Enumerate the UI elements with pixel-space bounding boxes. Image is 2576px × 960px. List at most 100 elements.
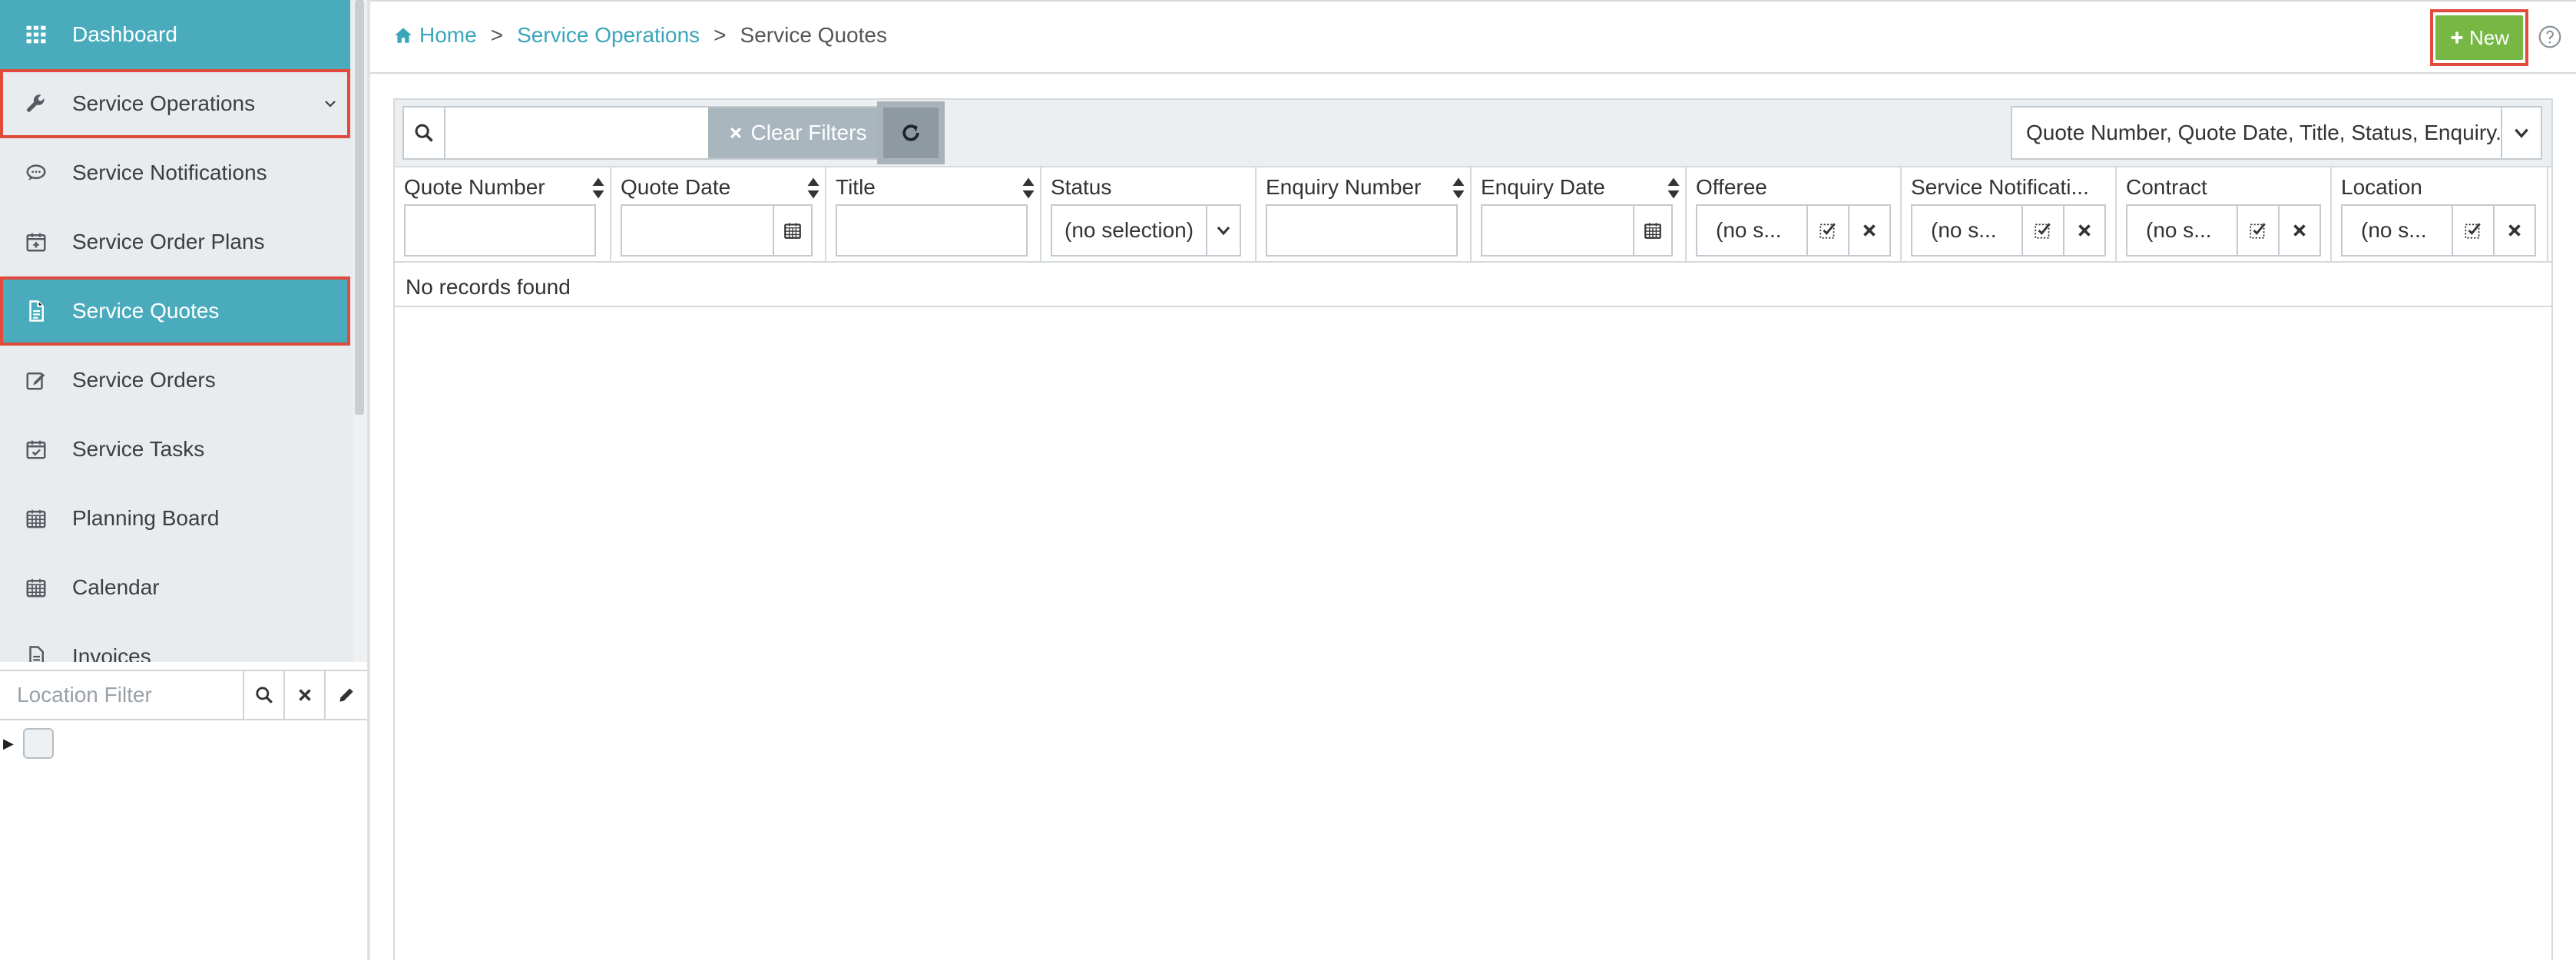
close-icon xyxy=(298,689,311,701)
breadcrumb-service-operations[interactable]: Service Operations xyxy=(517,23,700,48)
location-clear-button[interactable] xyxy=(285,671,326,719)
close-icon xyxy=(730,127,741,139)
breadcrumb-separator: > xyxy=(490,23,504,47)
column-header-label: Offeree xyxy=(1696,175,1767,199)
clear-filters-button[interactable]: Clear Filters xyxy=(708,108,886,158)
breadcrumb: Home > Service Operations > Service Quot… xyxy=(393,23,887,48)
select-items-icon[interactable] xyxy=(1806,206,1848,255)
sidebar: Dashboard Service Operations Service Not… xyxy=(0,0,370,960)
new-button-label: New xyxy=(2468,25,2509,49)
sidebar-item-service-orders[interactable]: Service Orders xyxy=(0,346,350,415)
location-filter xyxy=(0,670,367,720)
tree-checkbox[interactable] xyxy=(23,728,54,759)
column-service-notification: Service Notificati... (no s... xyxy=(1902,167,2117,261)
column-enquiry-number: Enquiry Number xyxy=(1257,167,1472,261)
sort-icon[interactable] xyxy=(1021,177,1035,200)
sidebar-item-service-notifications[interactable]: Service Notifications xyxy=(0,138,350,207)
column-header-label: Status xyxy=(1051,175,1112,199)
clear-filters-label: Clear Filters xyxy=(750,121,867,144)
sidebar-item-label: Invoices xyxy=(72,644,151,662)
select-items-icon[interactable] xyxy=(2237,206,2278,255)
home-icon[interactable] xyxy=(393,25,413,45)
sidebar-scrollbar[interactable] xyxy=(353,0,367,662)
sidebar-item-label: Service Order Plans xyxy=(72,230,265,253)
close-icon[interactable] xyxy=(2063,206,2104,255)
location-filter-column: (no s... xyxy=(2341,204,2536,257)
quote-number-filter[interactable] xyxy=(404,204,596,257)
quote-date-filter xyxy=(621,204,813,257)
location-edit-button[interactable] xyxy=(326,671,366,719)
column-header-label: Quote Date xyxy=(621,175,731,199)
grid-toolbar: Clear Filters Quote Number, Quote Date, … xyxy=(395,100,2551,167)
speech-bubble-icon xyxy=(0,161,72,184)
enquiry-number-filter[interactable] xyxy=(1266,204,1458,257)
column-header-label: Title xyxy=(836,175,876,199)
enquiry-date-filter xyxy=(1481,204,1673,257)
refresh-button[interactable] xyxy=(877,101,945,164)
offeree-filter: (no s... xyxy=(1696,204,1891,257)
close-icon[interactable] xyxy=(2278,206,2319,255)
help-icon[interactable] xyxy=(2538,25,2562,49)
close-icon[interactable] xyxy=(1848,206,1889,255)
sidebar-item-label: Service Orders xyxy=(72,368,216,392)
column-header-label: Contract xyxy=(2126,175,2207,199)
sort-icon[interactable] xyxy=(1667,177,1680,200)
quote-date-input[interactable] xyxy=(622,206,773,255)
sidebar-item-label: Service Quotes xyxy=(72,299,220,323)
column-header-label: Enquiry Number xyxy=(1266,175,1422,199)
new-button-highlight: New xyxy=(2430,9,2528,66)
sidebar-item-label: Planning Board xyxy=(72,506,220,530)
sidebar-item-planning-board[interactable]: Planning Board xyxy=(0,484,350,553)
calendar-icon[interactable] xyxy=(1633,206,1671,255)
calendar-icon[interactable] xyxy=(773,206,811,255)
status-filter[interactable]: (no selection) xyxy=(1051,204,1241,257)
column-title: Title xyxy=(826,167,1041,261)
close-icon[interactable] xyxy=(2493,206,2535,255)
status-filter-value: (no selection) xyxy=(1065,218,1194,242)
grid-search-input[interactable] xyxy=(445,108,708,158)
breadcrumb-home[interactable]: Home xyxy=(419,23,477,48)
service-notification-filter: (no s... xyxy=(1911,204,2106,257)
column-header-label: Quote Number xyxy=(404,175,545,199)
contract-filter-value[interactable]: (no s... xyxy=(2127,206,2237,255)
column-chooser[interactable]: Quote Number, Quote Date, Title, Status,… xyxy=(2011,106,2542,160)
sidebar-item-calendar[interactable]: Calendar xyxy=(0,553,350,622)
location-search-button[interactable] xyxy=(244,671,285,719)
sidebar-item-label: Calendar xyxy=(72,575,160,599)
sidebar-item-service-operations[interactable]: Service Operations xyxy=(0,69,350,138)
calendar-check-icon xyxy=(0,438,72,461)
chevron-down-icon[interactable] xyxy=(321,94,339,113)
sidebar-item-invoices[interactable]: Invoices xyxy=(0,622,350,662)
breadcrumb-current: Service Quotes xyxy=(740,23,887,47)
select-items-icon[interactable] xyxy=(2452,206,2493,255)
expand-triangle-icon[interactable]: ▶ xyxy=(0,736,18,752)
service-notification-filter-value[interactable]: (no s... xyxy=(1912,206,2021,255)
quotes-grid: Clear Filters Quote Number, Quote Date, … xyxy=(393,98,2553,960)
title-filter[interactable] xyxy=(836,204,1028,257)
location-filter-input[interactable] xyxy=(0,671,244,719)
sort-icon[interactable] xyxy=(806,177,820,200)
column-header-label: Enquiry Date xyxy=(1481,175,1605,199)
enquiry-date-input[interactable] xyxy=(1482,206,1633,255)
sidebar-item-label: Service Tasks xyxy=(72,437,205,461)
plus-icon xyxy=(2451,31,2463,44)
column-quote-date: Quote Date xyxy=(611,167,826,261)
breadcrumb-separator: > xyxy=(714,23,727,47)
sidebar-item-dashboard[interactable]: Dashboard xyxy=(0,0,350,69)
location-filter-value[interactable]: (no s... xyxy=(2343,206,2452,255)
sidebar-item-service-order-plans[interactable]: Service Order Plans xyxy=(0,207,350,276)
grid-header-row: Quote Number Quote Date Title Status (no… xyxy=(395,167,2551,263)
new-button[interactable]: New xyxy=(2435,15,2523,60)
column-status: Status (no selection) xyxy=(1041,167,1257,261)
sidebar-item-service-tasks[interactable]: Service Tasks xyxy=(0,415,350,484)
empty-message: No records found xyxy=(406,275,571,299)
sidebar-item-service-quotes[interactable]: Service Quotes xyxy=(0,276,350,346)
scrollbar-thumb[interactable] xyxy=(355,0,364,415)
document-icon xyxy=(0,300,72,323)
sidebar-item-label: Dashboard xyxy=(72,22,177,46)
sort-icon[interactable] xyxy=(1452,177,1465,200)
sidebar-item-label: Service Notifications xyxy=(72,161,267,184)
select-items-icon[interactable] xyxy=(2021,206,2063,255)
sort-icon[interactable] xyxy=(591,177,605,200)
offeree-filter-value[interactable]: (no s... xyxy=(1697,206,1806,255)
